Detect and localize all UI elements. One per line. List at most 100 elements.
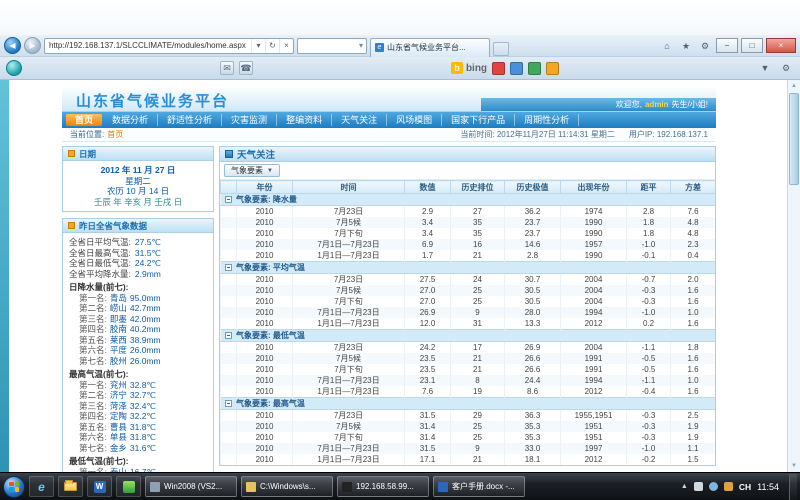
scroll-down-icon[interactable]: ▼: [788, 460, 800, 472]
scrollbar-thumb[interactable]: [789, 93, 799, 185]
collapse-icon[interactable]: [225, 264, 232, 271]
data-row[interactable]: 20107月5候31.42535.31951-0.31.9: [221, 421, 716, 432]
column-header[interactable]: 距平: [627, 181, 671, 194]
group-row[interactable]: 气象要素: 最高气温: [221, 398, 716, 410]
toolbar-app-icon-blue[interactable]: [510, 62, 523, 75]
taskbar-window-button[interactable]: C:\Windows\s...: [241, 476, 333, 497]
nav-item-4[interactable]: 整编资料: [277, 114, 332, 126]
taskbar-ie-icon[interactable]: e: [29, 476, 54, 497]
column-header[interactable]: 数值: [405, 181, 451, 194]
data-row[interactable]: 20107月1日—7月23日31.5933.01997-1.01.1: [221, 443, 716, 454]
new-tab-button[interactable]: [493, 42, 509, 56]
tray-expand-icon[interactable]: ▲: [681, 483, 688, 490]
phone-icon[interactable]: ☎: [239, 61, 253, 75]
toolbar-app-icon-red[interactable]: [492, 62, 505, 75]
column-header[interactable]: 时间: [293, 181, 405, 194]
addon-menu-icon[interactable]: ▼: [757, 60, 773, 76]
rank-item[interactable]: 第六名:单县31.8℃: [69, 432, 207, 443]
favorites-star-icon[interactable]: ★: [678, 38, 694, 54]
column-header[interactable]: 历史排位: [451, 181, 505, 194]
rank-item[interactable]: 第一名:青岛95.0mm: [69, 293, 207, 304]
settings-gear-icon[interactable]: ⚙: [697, 38, 713, 54]
rank-item[interactable]: 第七名:胶州26.0mm: [69, 356, 207, 367]
column-header[interactable]: 出现年份: [561, 181, 627, 194]
rank-item[interactable]: 第三名:即墨42.0mm: [69, 314, 207, 325]
data-row[interactable]: 20107月23日27.52430.72004-0.72.0: [221, 274, 716, 286]
data-row[interactable]: 20107月下旬27.02530.52004-0.31.6: [221, 296, 716, 307]
search-box[interactable]: ▾: [297, 38, 367, 54]
group-row[interactable]: 气象要素: 平均气温: [221, 262, 716, 274]
rank-item[interactable]: 第五名:莱西38.9mm: [69, 335, 207, 346]
collapse-icon[interactable]: [225, 400, 232, 407]
nav-item-0[interactable]: 首页: [66, 114, 102, 126]
rank-item[interactable]: 第三名:菏泽32.4℃: [69, 401, 207, 412]
nav-item-7[interactable]: 国家下行产品: [442, 114, 515, 126]
back-button[interactable]: ◀: [4, 37, 21, 54]
nav-item-6[interactable]: 风场模图: [387, 114, 442, 126]
taskbar-window-button[interactable]: 客户手册.docx -...: [433, 476, 525, 497]
column-header[interactable]: 年份: [237, 181, 293, 194]
collapse-icon[interactable]: [225, 332, 232, 339]
addon-gear-icon[interactable]: ⚙: [778, 60, 794, 76]
taskbar-word-icon[interactable]: W: [87, 476, 112, 497]
toolbar-app-icon-orange[interactable]: [546, 62, 559, 75]
rank-item[interactable]: 第二名:济宁32.7℃: [69, 390, 207, 401]
close-button[interactable]: ×: [766, 38, 796, 53]
scroll-up-icon[interactable]: ▲: [788, 80, 800, 92]
rank-item[interactable]: 第四名:胶南40.2mm: [69, 324, 207, 335]
data-row[interactable]: 20101月1日—7月23日17.12118.12012-0.21.5: [221, 454, 716, 465]
home-icon[interactable]: ⌂: [659, 38, 675, 54]
taskbar-clock[interactable]: 11:54: [757, 482, 783, 492]
group-row[interactable]: 气象要素: 降水量: [221, 194, 716, 206]
data-row[interactable]: 20107月1日—7月23日26.9928.01994-1.01.0: [221, 307, 716, 318]
breadcrumb-location[interactable]: 首页: [107, 129, 123, 140]
collapse-icon[interactable]: [225, 196, 232, 203]
column-header[interactable]: 历史极值: [505, 181, 561, 194]
minimize-button[interactable]: −: [716, 38, 738, 53]
rank-item[interactable]: 第二名:崂山42.7mm: [69, 303, 207, 314]
rank-item[interactable]: 第六名:平度26.0mm: [69, 345, 207, 356]
network-icon[interactable]: [694, 482, 703, 491]
addon-logo-icon[interactable]: [6, 60, 22, 76]
start-button[interactable]: [3, 476, 25, 498]
taskbar-explorer-icon[interactable]: [58, 476, 83, 497]
nav-item-8[interactable]: 周期性分析: [515, 114, 579, 126]
data-row[interactable]: 20107月23日31.52936.31955,1951-0.32.5: [221, 410, 716, 422]
data-row[interactable]: 20107月5候3.43523.719901.84.8: [221, 217, 716, 228]
taskbar-window-button[interactable]: Win2008 (VS2...: [145, 476, 237, 497]
nav-item-3[interactable]: 灾害监测: [222, 114, 277, 126]
browser-tab[interactable]: e 山东省气候业务平台...: [370, 38, 490, 57]
data-row[interactable]: 20107月23日2.92736.219742.87.6: [221, 206, 716, 218]
data-row[interactable]: 20107月1日—7月23日6.91614.61957-1.02.3: [221, 239, 716, 250]
data-row[interactable]: 20101月1日—7月23日7.6198.62012-0.41.6: [221, 386, 716, 398]
rank-item[interactable]: 第四名:定陶32.2℃: [69, 411, 207, 422]
refresh-icon[interactable]: ↻: [265, 39, 279, 53]
data-row[interactable]: 20107月下旬3.43523.719901.84.8: [221, 228, 716, 239]
vertical-scrollbar[interactable]: ▲ ▼: [787, 80, 800, 472]
data-row[interactable]: 20107月1日—7月23日23.1824.41994-1.11.0: [221, 375, 716, 386]
mail-icon[interactable]: ✉: [220, 61, 234, 75]
forward-button[interactable]: ▶: [24, 37, 41, 54]
toolbar-app-icon-green[interactable]: [528, 62, 541, 75]
address-bar[interactable]: http://192.168.137.1/SLCCLIMATE/modules/…: [44, 38, 294, 54]
data-row[interactable]: 20101月1日—7月23日1.7212.81990-0.10.4: [221, 250, 716, 262]
column-header[interactable]: [221, 181, 237, 194]
data-row[interactable]: 20107月23日24.21726.92004-1.11.8: [221, 342, 716, 354]
address-dropdown-icon[interactable]: ▾: [251, 39, 265, 53]
rank-item[interactable]: 第一名:兖州32.8℃: [69, 380, 207, 391]
data-row[interactable]: 20107月下旬23.52126.61991-0.51.6: [221, 364, 716, 375]
nav-item-2[interactable]: 舒适性分析: [158, 114, 222, 126]
volume-icon[interactable]: [709, 482, 718, 491]
taskbar-app-icon[interactable]: [116, 476, 141, 497]
show-desktop-button[interactable]: [789, 474, 797, 500]
data-row[interactable]: 20101月1日—7月23日12.03113.320120.21.6: [221, 318, 716, 330]
taskbar-window-button[interactable]: 192.168.58.99...: [337, 476, 429, 497]
rank-item[interactable]: 第七名:金乡31.6℃: [69, 443, 207, 454]
bing-logo[interactable]: b bing: [451, 62, 487, 74]
maximize-button[interactable]: □: [741, 38, 763, 53]
data-row[interactable]: 20107月5候23.52126.61991-0.51.6: [221, 353, 716, 364]
group-row[interactable]: 气象要素: 最低气温: [221, 330, 716, 342]
column-header[interactable]: 方差: [671, 181, 716, 194]
data-row[interactable]: 20107月5候27.02530.52004-0.31.6: [221, 285, 716, 296]
nav-item-5[interactable]: 天气关注: [332, 114, 387, 126]
